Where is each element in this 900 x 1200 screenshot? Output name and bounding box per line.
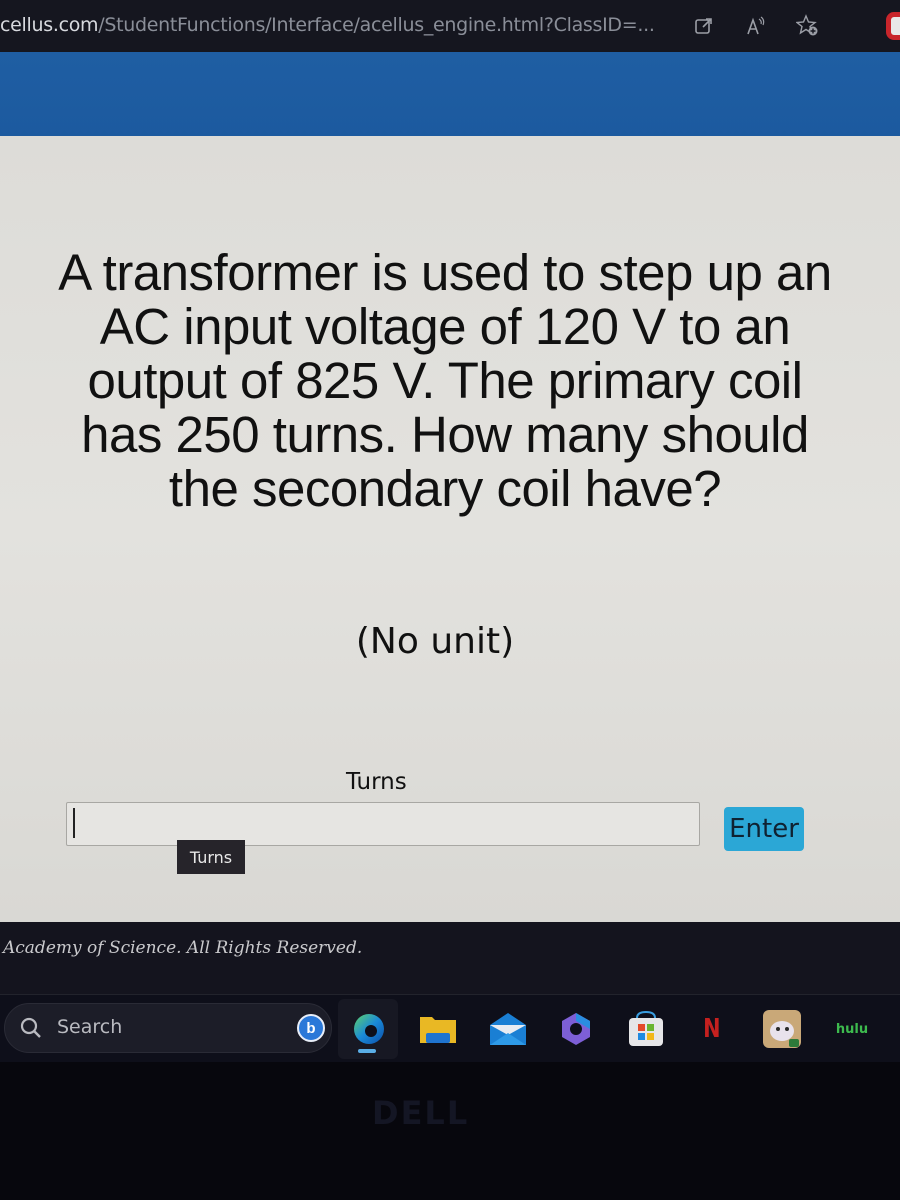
answer-tooltip: Turns [177,840,245,874]
open-in-app-icon[interactable] [692,14,716,38]
question-panel: A transformer is used to step up an AC i… [0,136,900,922]
file-explorer-icon[interactable] [418,1007,458,1051]
question-line: AC input voltage of 120 V to an [99,298,791,355]
read-aloud-icon[interactable] [744,14,768,38]
game-app-icon[interactable] [762,1007,802,1051]
answer-field-label: Turns [346,769,407,795]
edge-icon[interactable] [349,1007,389,1051]
unit-hint: (No unit) [355,621,515,662]
question-line: A transformer is used to step up an [58,244,832,301]
question-text: A transformer is used to step up an AC i… [10,246,880,516]
page-footer: Academy of Science. All Rights Reserved. [0,922,900,994]
question-line: the secondary coil have? [168,460,722,517]
url-field[interactable]: cellus.com/StudentFunctions/Interface/ac… [0,14,655,36]
browser-address-bar: cellus.com/StudentFunctions/Interface/ac… [0,0,900,52]
app-header [0,52,900,136]
hulu-icon[interactable]: hulu [832,1007,872,1051]
bing-icon[interactable]: b [297,1014,325,1042]
microsoft-store-icon[interactable] [626,1007,666,1051]
copyright-text: Academy of Science. All Rights Reserved. [3,938,363,958]
windows-taskbar: Search b N hulu [0,994,900,1062]
microsoft-365-icon[interactable] [556,1007,596,1051]
url-path: /StudentFunctions/Interface/acellus_engi… [98,14,655,36]
search-icon [19,1016,43,1040]
laptop-bezel: DELL [0,1062,900,1200]
brand-logo: DELL [372,1094,470,1132]
question-line: output of 825 V. The primary coil [87,352,803,409]
taskbar-search[interactable]: Search b [4,1003,332,1053]
mail-icon[interactable] [488,1007,528,1051]
extension-icon[interactable] [886,12,900,40]
netflix-icon[interactable]: N [692,1007,732,1051]
url-host: cellus.com [0,14,99,36]
question-line: has 250 turns. How many should [81,406,809,463]
search-label: Search [57,1016,123,1038]
answer-input[interactable] [66,802,700,846]
enter-button[interactable]: Enter [724,807,804,851]
add-favorite-icon[interactable] [796,14,820,38]
active-app-indicator [358,1049,376,1053]
text-caret [73,808,75,838]
